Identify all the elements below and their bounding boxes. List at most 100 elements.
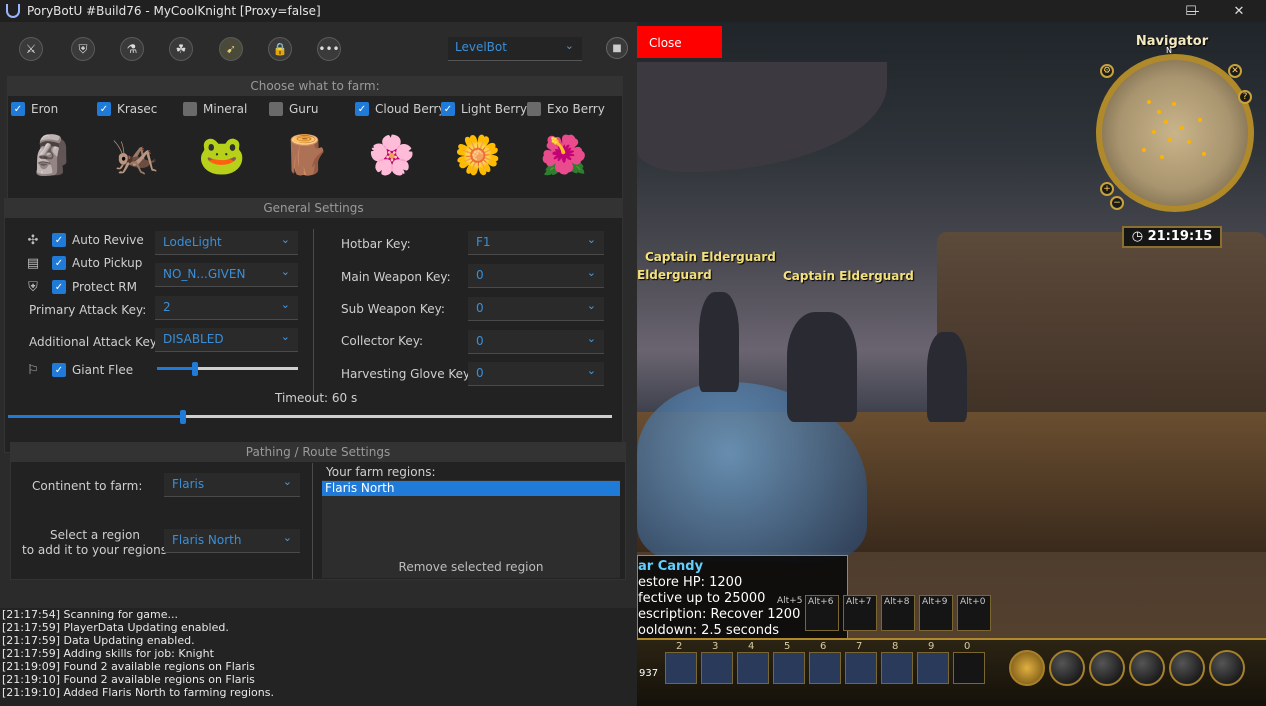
hp-readout: 937 bbox=[639, 668, 659, 679]
additional-attack-key-dropdown[interactable]: DISABLED ⌄ bbox=[155, 328, 298, 352]
alt-slot[interactable]: Alt+6 bbox=[805, 595, 839, 631]
eron-creature-icon: 🗿 bbox=[28, 132, 76, 177]
farm-icon[interactable]: ➹ bbox=[219, 37, 243, 61]
hotbar-slot[interactable]: 2 bbox=[665, 641, 697, 684]
general-panel-header: General Settings bbox=[5, 199, 622, 218]
zoom-out-icon[interactable]: − bbox=[1110, 196, 1124, 210]
harvesting-glove-key-dropdown[interactable]: 0 ⌄ bbox=[468, 362, 604, 386]
map-marker bbox=[1202, 152, 1206, 156]
log-line: [21:17:54] Scanning for game... bbox=[2, 608, 179, 621]
main-hotbar: 937 2 3 4 5 6 7 8 9 0 bbox=[637, 638, 1266, 706]
farm-checkbox-exo-berry[interactable]: Exo Berry bbox=[527, 101, 605, 117]
alt-slot[interactable]: Alt+5 bbox=[775, 595, 803, 631]
game-clock: ◷ 21:19:15 bbox=[1122, 226, 1222, 248]
clock-icon: ◷ bbox=[1131, 229, 1148, 244]
maximize-button[interactable]: ☐ bbox=[1168, 0, 1214, 22]
farm-checkbox-guru[interactable]: Guru bbox=[269, 101, 318, 117]
region-dropdown[interactable]: Flaris North ⌄ bbox=[164, 529, 300, 553]
chevron-down-icon: ⌄ bbox=[280, 330, 290, 343]
hotbar-slot[interactable]: 4 bbox=[737, 641, 769, 684]
npc-figure[interactable] bbox=[699, 292, 739, 392]
mode-select-value: LevelBot bbox=[455, 40, 507, 54]
map-marker bbox=[1160, 155, 1164, 159]
npc-figure[interactable] bbox=[927, 332, 967, 422]
navigator-help-icon[interactable]: ? bbox=[1238, 90, 1252, 104]
hotbar-slot[interactable]: 7 bbox=[845, 641, 877, 684]
list-item[interactable]: Flaris North bbox=[322, 481, 620, 496]
shield-icon[interactable]: ⛨ bbox=[71, 37, 95, 61]
auto-revive-checkbox[interactable]: ✓ Auto Revive bbox=[52, 232, 144, 248]
zoom-in-icon[interactable]: + bbox=[1100, 182, 1114, 196]
timeout-slider-thumb[interactable] bbox=[180, 410, 187, 424]
sub-weapon-key-value: 0 bbox=[476, 301, 484, 315]
checkbox-unchecked-icon bbox=[269, 102, 283, 116]
farm-checkbox-krasec[interactable]: ✓ Krasec bbox=[97, 101, 157, 117]
collector-key-dropdown[interactable]: 0 ⌄ bbox=[468, 330, 604, 354]
sub-weapon-key-dropdown[interactable]: 0 ⌄ bbox=[468, 297, 604, 321]
potion-icon[interactable]: ⚗ bbox=[120, 37, 144, 61]
hotbar-slot[interactable]: 5 bbox=[773, 641, 805, 684]
alt-slot[interactable]: Alt+0 bbox=[957, 595, 991, 631]
additional-attack-key-label: Additional Attack Key: bbox=[29, 335, 161, 349]
more-icon[interactable]: ••• bbox=[317, 37, 341, 61]
game-viewport[interactable]: Close Captain Elderguard Elderguard Capt… bbox=[637, 22, 1266, 706]
close-window-button[interactable]: ✕ bbox=[1216, 0, 1262, 22]
window-title: PoryBotU #Build76 - MyCoolKnight [Proxy=… bbox=[27, 4, 321, 18]
alt-slot[interactable]: Alt+7 bbox=[843, 595, 877, 631]
hotbar-slot[interactable]: 0 bbox=[953, 641, 985, 684]
pathing-panel-header: Pathing / Route Settings bbox=[11, 443, 625, 462]
continent-dropdown[interactable]: Flaris ⌄ bbox=[164, 473, 300, 497]
hotbar-slot[interactable]: 8 bbox=[881, 641, 913, 684]
hotbar-slot[interactable]: 6 bbox=[809, 641, 841, 684]
chevron-down-icon: ⌄ bbox=[280, 233, 290, 246]
minimize-button-2[interactable] bbox=[1124, 0, 1170, 22]
hotbar-slot[interactable]: 9 bbox=[917, 641, 949, 684]
skill-orb[interactable] bbox=[1129, 650, 1165, 686]
lock-icon[interactable]: 🔒 bbox=[268, 37, 292, 61]
auto-pickup-checkbox[interactable]: ✓ Auto Pickup bbox=[52, 255, 142, 271]
game-close-button[interactable]: Close bbox=[637, 26, 722, 58]
navigator-close-icon[interactable]: ✕ bbox=[1228, 64, 1242, 78]
minimap[interactable] bbox=[1096, 54, 1254, 212]
tooltip-line: estore HP: 1200 bbox=[638, 575, 743, 590]
region-value: Flaris North bbox=[172, 533, 242, 547]
primary-attack-key-dropdown[interactable]: 2 ⌄ bbox=[155, 296, 298, 320]
group-icon[interactable]: ☘ bbox=[169, 37, 193, 61]
log-line: [21:17:59] PlayerData Updating enabled. bbox=[2, 621, 229, 634]
main-weapon-key-dropdown[interactable]: 0 ⌄ bbox=[468, 264, 604, 288]
skill-orb[interactable] bbox=[1049, 650, 1085, 686]
farm-checkbox-cloud-berry[interactable]: ✓ Cloud Berry bbox=[355, 101, 445, 117]
pickup-dropdown[interactable]: NO_N...GIVEN ⌄ bbox=[155, 263, 298, 287]
skill-orb[interactable] bbox=[1089, 650, 1125, 686]
farm-checkbox-eron[interactable]: ✓ Eron bbox=[11, 101, 58, 117]
pickup-dropdown-value: NO_N...GIVEN bbox=[163, 267, 246, 281]
sword-icon[interactable]: ⚔ bbox=[19, 37, 43, 61]
hotbar-slot[interactable]: 3 bbox=[701, 641, 733, 684]
giant-flee-checkbox[interactable]: ✓ Giant Flee bbox=[52, 362, 133, 378]
skill-orb[interactable] bbox=[1169, 650, 1205, 686]
protect-rm-checkbox[interactable]: ✓ Protect RM bbox=[52, 279, 137, 295]
farm-checkbox-mineral[interactable]: Mineral bbox=[183, 101, 247, 117]
navigator-gear-icon[interactable]: ⚙ bbox=[1100, 64, 1114, 78]
hotbar-key-dropdown[interactable]: F1 ⌄ bbox=[468, 231, 604, 255]
npc-figure[interactable] bbox=[787, 312, 857, 422]
skill-orb[interactable] bbox=[1209, 650, 1245, 686]
checkbox-checked-icon: ✓ bbox=[52, 256, 66, 270]
currency-orb-icon[interactable] bbox=[1009, 650, 1045, 686]
revive-dropdown[interactable]: LodeLight ⌄ bbox=[155, 231, 298, 255]
checkbox-checked-icon: ✓ bbox=[355, 102, 369, 116]
cloud-berry-icon: 🌸 bbox=[368, 132, 416, 177]
remove-region-button[interactable]: Remove selected region bbox=[322, 556, 620, 578]
farm-checkbox-light-berry[interactable]: ✓ Light Berry bbox=[441, 101, 527, 117]
npc-name: Captain Elderguard bbox=[645, 250, 776, 264]
mode-select[interactable]: LevelBot ⌄ bbox=[448, 37, 582, 61]
map-marker bbox=[1168, 138, 1172, 142]
revive-dropdown-value: LodeLight bbox=[163, 235, 222, 249]
farm-regions-list[interactable]: Flaris North bbox=[322, 480, 620, 556]
stop-icon[interactable]: ■ bbox=[606, 37, 628, 59]
alt-slot[interactable]: Alt+9 bbox=[919, 595, 953, 631]
giant-flee-slider-thumb[interactable] bbox=[192, 362, 199, 376]
chevron-down-icon: ⌄ bbox=[282, 531, 292, 544]
region-select-label-line2: to add it to your regions bbox=[22, 543, 167, 557]
alt-slot[interactable]: Alt+8 bbox=[881, 595, 915, 631]
